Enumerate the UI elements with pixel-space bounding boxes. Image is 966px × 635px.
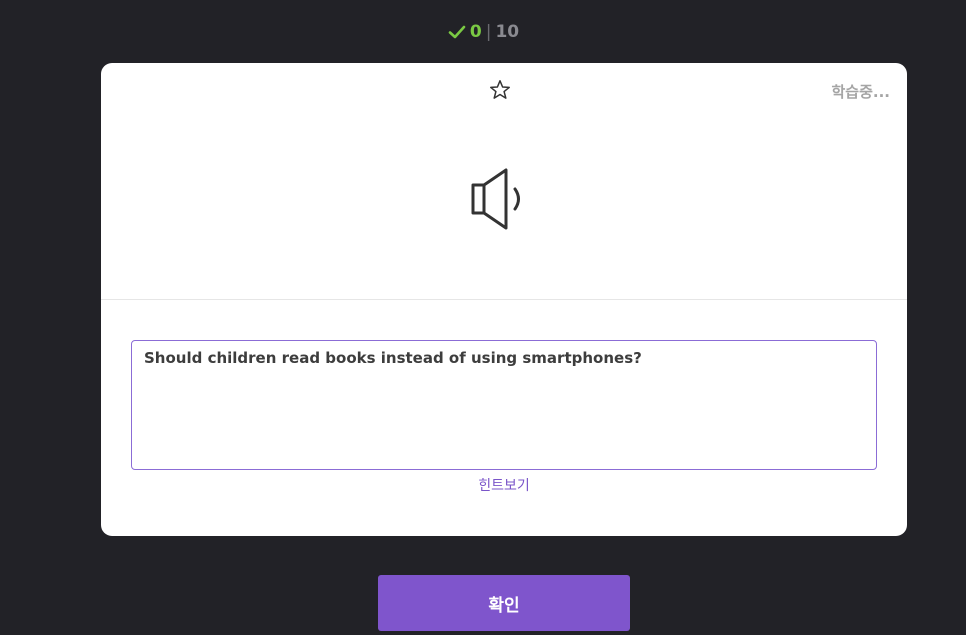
total-count: 10: [495, 22, 520, 42]
speaker-icon[interactable]: [470, 167, 528, 231]
correct-count: 0: [469, 22, 482, 42]
card-divider: [101, 299, 907, 300]
question-card: 학습중... Should children read books instea…: [101, 63, 907, 536]
star-outline-icon[interactable]: [488, 78, 512, 102]
score-counter: 0 | 10: [0, 20, 966, 44]
learning-status: 학습중...: [831, 83, 891, 101]
confirm-button[interactable]: 확인: [378, 575, 630, 631]
hint-link[interactable]: 힌트보기: [101, 475, 907, 495]
answer-input[interactable]: Should children read books instead of us…: [131, 340, 877, 470]
check-icon: [448, 25, 466, 39]
score-separator: |: [485, 22, 492, 42]
